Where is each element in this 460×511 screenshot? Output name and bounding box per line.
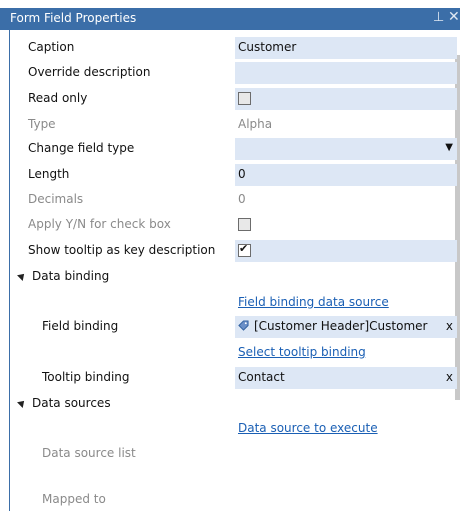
data-source-execute-row: Data source to execute <box>10 418 450 440</box>
decimals-label: Decimals <box>28 192 84 206</box>
select-tooltip-row: Select tooltip binding <box>10 342 450 364</box>
title-bar: Form Field Properties ⊥ ✕ <box>0 8 460 30</box>
length-field[interactable]: 0 <box>235 164 457 186</box>
data-sources-section[interactable]: Data sources <box>10 393 450 415</box>
decimals-row: Decimals 0 <box>10 189 450 211</box>
tooltip-binding-row: Tooltip binding Contact x <box>10 367 457 389</box>
close-icon[interactable]: ✕ <box>448 9 460 25</box>
panel-title: Form Field Properties <box>10 11 137 25</box>
tooltip-binding-value: Contact <box>238 370 285 384</box>
change-field-type-row: Change field type ▼ <box>10 138 457 160</box>
length-label: Length <box>28 167 70 181</box>
change-field-type-select[interactable]: ▼ <box>235 138 457 160</box>
type-label: Type <box>28 117 56 131</box>
length-row: Length 0 <box>10 164 457 186</box>
override-description-row: Override description <box>10 62 457 84</box>
field-binding-row: Field binding [Customer Header]Customer … <box>10 316 457 338</box>
apply-yn-row: Apply Y/N for check box <box>10 214 450 236</box>
collapse-triangle-icon[interactable] <box>17 398 27 408</box>
data-source-list-label: Data source list <box>42 446 136 460</box>
data-binding-section[interactable]: Data binding <box>10 266 450 288</box>
tooltip-binding-field[interactable]: Contact x <box>235 367 457 389</box>
read-only-checkbox[interactable] <box>238 92 251 105</box>
collapse-triangle-icon[interactable] <box>17 271 27 281</box>
caption-row: Caption Customer <box>10 37 457 59</box>
field-binding-label: Field binding <box>42 319 119 333</box>
field-binding-clear-button[interactable]: x <box>446 319 453 333</box>
field-binding-data-source-link[interactable]: Field binding data source <box>238 295 389 309</box>
override-description-label: Override description <box>28 65 151 79</box>
tooltip-binding-label: Tooltip binding <box>42 370 130 384</box>
change-field-type-label: Change field type <box>28 141 135 155</box>
data-binding-section-label: Data binding <box>32 269 110 283</box>
override-description-field[interactable] <box>235 62 457 84</box>
decimals-value: 0 <box>238 192 246 206</box>
show-tooltip-checkbox[interactable] <box>238 242 251 257</box>
caption-field[interactable]: Customer <box>235 37 457 59</box>
apply-yn-checkbox[interactable] <box>238 218 251 231</box>
caption-value: Customer <box>238 40 297 54</box>
apply-yn-value-cell <box>235 214 457 236</box>
tooltip-binding-clear-button[interactable]: x <box>446 370 453 384</box>
show-tooltip-label: Show tooltip as key description <box>28 243 216 257</box>
dropdown-arrow-icon[interactable]: ▼ <box>445 142 453 153</box>
type-value: Alpha <box>238 117 273 131</box>
pin-icon[interactable]: ⊥ <box>433 10 444 25</box>
select-tooltip-binding-link[interactable]: Select tooltip binding <box>238 345 366 359</box>
apply-yn-label: Apply Y/N for check box <box>28 217 171 231</box>
read-only-label: Read only <box>28 91 88 105</box>
show-tooltip-row: Show tooltip as key description <box>10 240 457 262</box>
show-tooltip-value-cell <box>235 240 457 262</box>
type-row: Type Alpha <box>10 114 450 136</box>
data-sources-section-label: Data sources <box>32 396 111 410</box>
length-value: 0 <box>238 167 246 181</box>
form-field-properties-panel: Form Field Properties ⊥ ✕ Caption Custom… <box>0 0 460 511</box>
field-binding-source-row: Field binding data source <box>10 292 450 314</box>
tag-icon <box>238 320 249 331</box>
caption-label: Caption <box>28 40 75 54</box>
mapped-to-label: Mapped to <box>42 492 106 506</box>
data-source-to-execute-link[interactable]: Data source to execute <box>238 421 378 435</box>
data-source-list-row: Data source list <box>10 443 450 465</box>
mapped-to-row: Mapped to <box>10 489 450 511</box>
field-binding-field[interactable]: [Customer Header]Customer x <box>235 316 457 338</box>
read-only-row: Read only <box>10 88 457 110</box>
field-binding-content: [Customer Header]Customer <box>238 319 427 333</box>
read-only-value-cell <box>235 88 457 110</box>
field-binding-value: [Customer Header]Customer <box>254 319 428 333</box>
